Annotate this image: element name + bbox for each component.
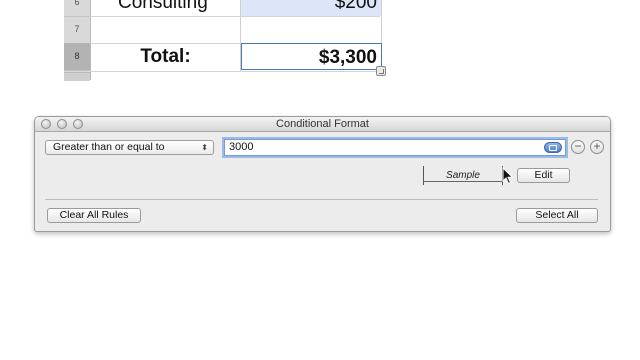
section-divider <box>45 199 598 200</box>
row-header-8[interactable]: 8 <box>64 43 90 71</box>
chevron-updown-icon: ⬍ <box>201 143 208 152</box>
row-divider <box>90 71 380 72</box>
condition-value-text: 3000 <box>229 141 254 153</box>
title-bar[interactable]: Conditional Format <box>35 117 610 132</box>
cell-label[interactable] <box>91 16 240 43</box>
minus-circle-icon: − <box>574 139 582 153</box>
condition-popup-label: Greater than or equal to <box>53 141 165 153</box>
condition-popup[interactable]: Greater than or equal to ⬍ <box>45 140 214 155</box>
mouse-pointer-icon <box>502 167 514 185</box>
remove-rule-button[interactable]: − <box>571 140 585 154</box>
edit-button[interactable]: Edit <box>517 168 570 183</box>
cell-value[interactable] <box>241 16 381 43</box>
cell-reference-icon[interactable] <box>544 142 562 153</box>
row-number: 6 <box>74 0 80 7</box>
condition-value-field[interactable]: 3000 <box>224 139 566 156</box>
resize-grip-icon[interactable] <box>376 66 386 76</box>
cell-label[interactable]: Consulting <box>118 0 238 16</box>
format-sample: Sample <box>423 166 503 185</box>
select-all-button[interactable]: Select All <box>516 208 598 223</box>
row-header-footer <box>64 72 90 81</box>
sample-marker-left <box>423 166 424 185</box>
cell-value[interactable]: $200 <box>241 0 381 16</box>
row-number: 7 <box>74 24 80 34</box>
row-header-column: 6 7 8 <box>64 0 91 81</box>
sample-underline <box>423 181 503 182</box>
total-label-cell[interactable]: Total: <box>91 43 240 70</box>
row-number: 8 <box>74 51 80 61</box>
row-header-7[interactable]: 7 <box>64 16 90 44</box>
clear-all-rules-button[interactable]: Clear All Rules <box>47 208 141 223</box>
total-value-cell[interactable]: $3,300 <box>241 43 382 70</box>
sample-label: Sample <box>446 170 480 181</box>
plus-circle-icon: + <box>593 139 601 153</box>
spreadsheet-table: 6 7 8 Consulting $200 Total: $3,300 <box>64 0 386 81</box>
conditional-format-window: Conditional Format Greater than or equal… <box>34 116 611 232</box>
window-title: Conditional Format <box>276 118 369 130</box>
row-header-6[interactable]: 6 <box>64 0 90 17</box>
add-rule-button[interactable]: + <box>590 140 604 154</box>
